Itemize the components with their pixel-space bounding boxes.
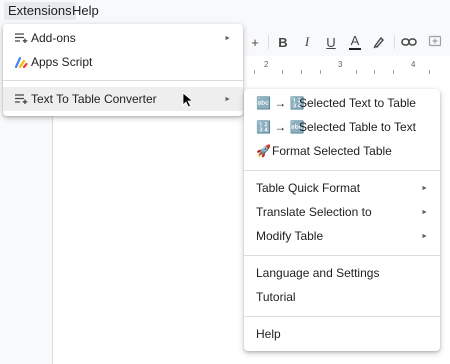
- extensions-menu: Add-ons ► Apps Script Text To Table Conv…: [3, 24, 243, 116]
- menu-divider: [244, 170, 440, 171]
- submenu-item-tutorial[interactable]: Tutorial: [244, 285, 440, 309]
- toolbar-divider: [268, 35, 269, 49]
- menu-item-label: Text To Table Converter: [31, 92, 157, 106]
- rocket-icon: 🚀: [256, 144, 271, 158]
- text-to-table-icon: [13, 91, 29, 107]
- submenu-item-label: Format Selected Table: [272, 144, 392, 158]
- submenu-item-selected-table-to-text[interactable]: 🔢 → 🔤 Selected Table to Text: [244, 115, 440, 139]
- text-color-button[interactable]: A: [344, 30, 366, 54]
- toolbar-divider: [394, 35, 395, 49]
- text-to-table-emoji-icon: 🔤 → 🔢: [256, 96, 305, 110]
- text-color-label: A: [350, 32, 360, 48]
- table-to-text-emoji-icon: 🔢 → 🔤: [256, 120, 305, 134]
- submenu-arrow-icon: ►: [421, 208, 428, 216]
- submenu-item-selected-text-to-table[interactable]: 🔤 → 🔢 Selected Text to Table: [244, 91, 440, 115]
- formatting-toolbar: + B I U A: [244, 30, 450, 54]
- menu-item-label: Add-ons: [31, 31, 76, 45]
- ruler: 2 3 4: [244, 56, 450, 75]
- submenu-item-label: Translate Selection to: [256, 205, 372, 219]
- text-to-table-submenu: 🔤 → 🔢 Selected Text to Table 🔢 → 🔤 Selec…: [244, 89, 440, 351]
- submenu-item-label: Modify Table: [256, 229, 324, 243]
- submenu-item-label: Help: [256, 327, 281, 341]
- submenu-item-format-selected-table[interactable]: 🚀 Format Selected Table: [244, 139, 440, 163]
- menu-extensions[interactable]: Extensions: [4, 2, 76, 20]
- menubar: Extensions Help: [0, 0, 450, 22]
- highlight-pen-icon[interactable]: [368, 30, 390, 54]
- menu-divider: [244, 316, 440, 317]
- text-color-swatch: [349, 47, 361, 50]
- document-margin: [0, 115, 52, 364]
- menu-divider: [3, 80, 243, 81]
- submenu-item-help[interactable]: Help: [244, 322, 440, 346]
- submenu-item-language-and-settings[interactable]: Language and Settings: [244, 261, 440, 285]
- submenu-item-label: Tutorial: [256, 290, 296, 304]
- submenu-arrow-icon: ►: [421, 232, 428, 240]
- submenu-arrow-icon: ►: [421, 184, 428, 192]
- add-comment-icon[interactable]: [424, 30, 446, 54]
- bold-button[interactable]: B: [272, 30, 294, 54]
- submenu-item-modify-table[interactable]: Modify Table ►: [244, 224, 440, 248]
- submenu-arrow-icon: ►: [224, 34, 231, 42]
- ruler-mark: 4: [411, 60, 416, 69]
- mouse-pointer-icon: [182, 92, 194, 108]
- submenu-item-label: Language and Settings: [256, 266, 380, 280]
- submenu-item-translate-selection[interactable]: Translate Selection to ►: [244, 200, 440, 224]
- menu-item-text-to-table-converter[interactable]: Text To Table Converter ►: [3, 87, 243, 111]
- submenu-item-table-quick-format[interactable]: Table Quick Format ►: [244, 176, 440, 200]
- submenu-item-label: Selected Table to Text: [299, 120, 416, 134]
- font-size-increase-button[interactable]: +: [244, 30, 266, 54]
- submenu-item-label: Table Quick Format: [256, 181, 361, 195]
- italic-button[interactable]: I: [296, 30, 318, 54]
- submenu-item-label: Selected Text to Table: [299, 96, 416, 110]
- ruler-mark: 2: [264, 60, 269, 69]
- underline-button[interactable]: U: [320, 30, 342, 54]
- insert-link-icon[interactable]: [398, 30, 420, 54]
- menu-item-label: Apps Script: [31, 55, 93, 69]
- menu-item-add-ons[interactable]: Add-ons ►: [3, 26, 243, 50]
- submenu-arrow-icon: ►: [224, 95, 231, 103]
- menu-item-apps-script[interactable]: Apps Script: [3, 50, 243, 74]
- apps-script-icon: [13, 54, 29, 70]
- add-ons-icon: [13, 30, 29, 46]
- menu-help[interactable]: Help: [68, 2, 103, 20]
- ruler-mark: 3: [338, 60, 343, 69]
- menu-divider: [244, 255, 440, 256]
